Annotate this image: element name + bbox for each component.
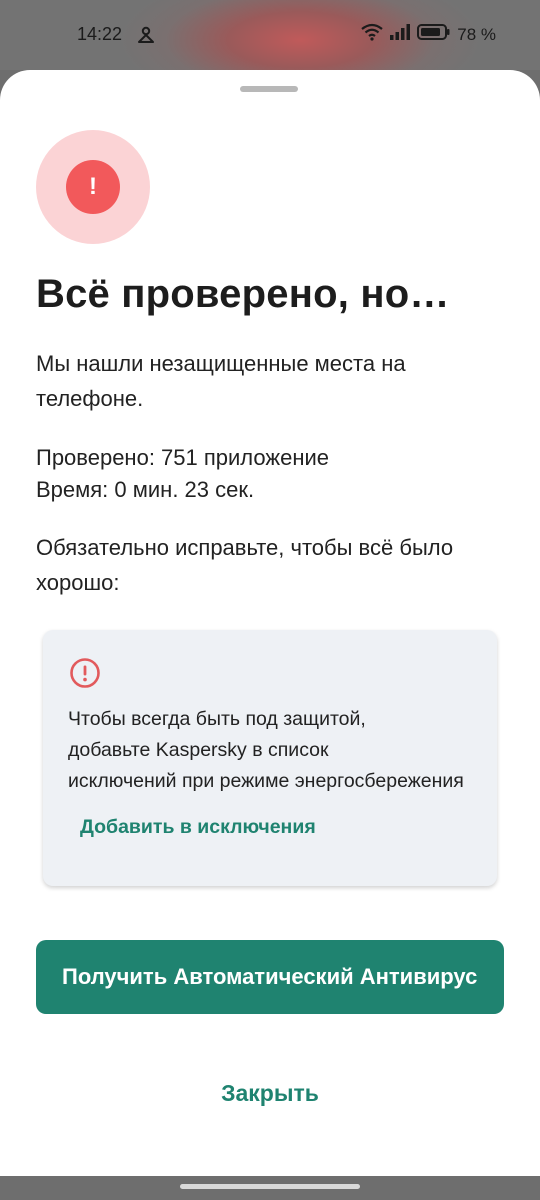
navigation-bar bbox=[0, 1176, 540, 1200]
status-time: 14:22 bbox=[77, 24, 123, 44]
wifi-icon bbox=[361, 23, 383, 46]
issue-line: добавьте Kaspersky в список bbox=[68, 739, 329, 761]
fix-prompt: Обязательно исправьте, чтобы всё было хо… bbox=[36, 535, 454, 595]
get-antivirus-button-label: Получить Автоматический Антивирус bbox=[62, 964, 478, 989]
scan-stats: Проверено: 751 приложение Время: 0 мин. … bbox=[36, 442, 506, 506]
warning-circle-icon bbox=[69, 657, 101, 689]
battery-icon bbox=[417, 23, 451, 46]
home-gesture-handle[interactable] bbox=[180, 1184, 360, 1189]
issue-description: Чтобы всегда быть под защитой, добавьте … bbox=[68, 704, 478, 797]
get-antivirus-button[interactable]: Получить Автоматический Антивирус bbox=[36, 940, 504, 1014]
battery-percent: 78 % bbox=[457, 24, 496, 44]
page-title: Всё проверено, но… bbox=[36, 272, 450, 316]
checked-count: Проверено: 751 приложение bbox=[36, 445, 329, 470]
alert-hero: ! bbox=[36, 130, 150, 244]
signal-icon bbox=[389, 23, 411, 46]
alert-icon: ! bbox=[66, 160, 120, 214]
issue-line: Чтобы всегда быть под защитой, bbox=[68, 708, 366, 730]
issue-line: исключений при режиме энергосбережения bbox=[68, 770, 464, 792]
scan-duration: Время: 0 мин. 23 сек. bbox=[36, 477, 255, 502]
result-message: Мы нашли незащищенные места на телефоне. bbox=[36, 351, 406, 411]
add-exception-link[interactable]: Добавить в исключения bbox=[80, 816, 316, 839]
notification-icon bbox=[136, 26, 156, 44]
scan-result-sheet: ! Всё проверено, но… Мы нашли незащищенн… bbox=[0, 70, 540, 1176]
drag-handle[interactable] bbox=[240, 86, 298, 92]
close-button[interactable]: Закрыть bbox=[0, 1080, 540, 1107]
status-bar: 14:22 78 % bbox=[0, 0, 540, 70]
issue-card: Чтобы всегда быть под защитой, добавьте … bbox=[43, 630, 497, 886]
status-indicators: 78 % bbox=[361, 23, 496, 46]
